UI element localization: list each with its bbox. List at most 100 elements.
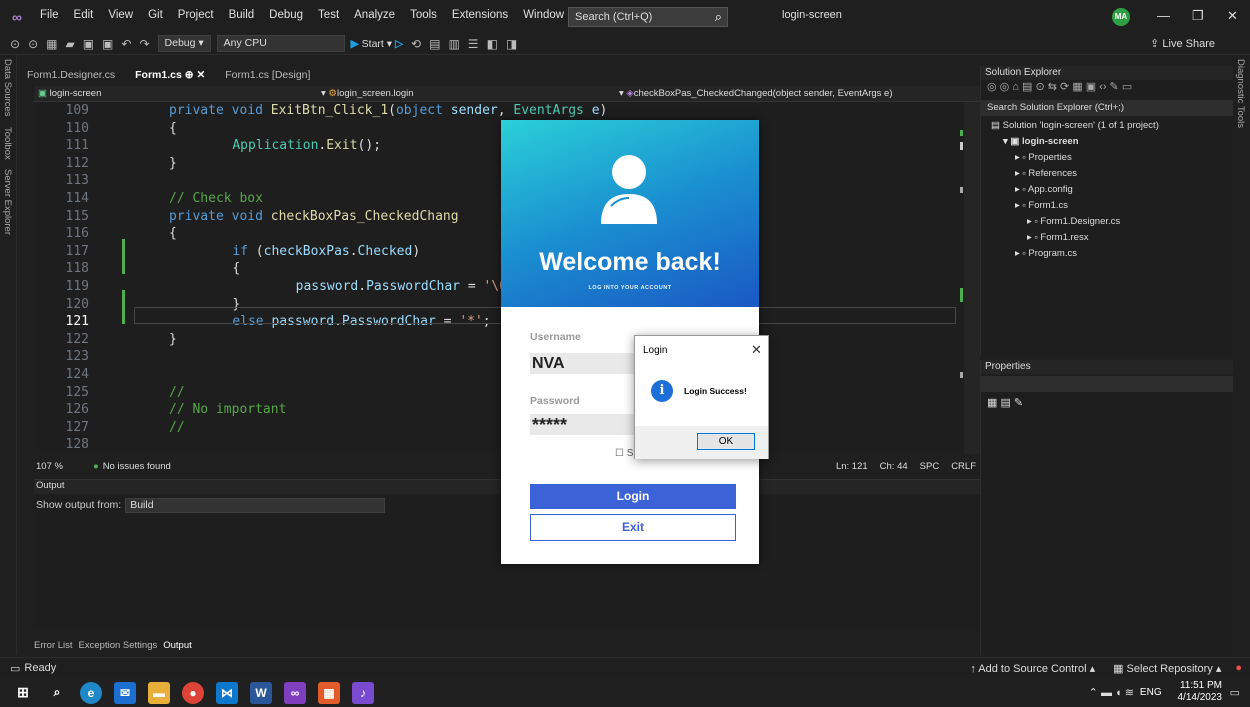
open-icon[interactable]: ▰ [65,37,74,51]
message-box-close-icon[interactable]: ✕ [751,342,762,358]
menu-project[interactable]: Project [178,9,214,21]
properties-object-select[interactable] [981,376,1233,392]
menu-tools[interactable]: Tools [410,9,437,21]
bottom-tab-error-list[interactable]: Error List [34,640,73,651]
code-line[interactable]: 111 Application.Exit(); [34,137,964,155]
tree-item[interactable]: ▤ Solution 'login-screen' (1 of 1 projec… [981,118,1233,134]
close-icon[interactable]: ✕ [1227,8,1238,24]
side-tab-toolbox[interactable]: Toolbox [2,127,13,160]
app2-icon[interactable]: ♪ [352,681,374,704]
tree-item[interactable]: ▸ ▫ App.config [981,182,1233,198]
config-select[interactable]: Debug ▾ [157,35,211,52]
language-indicator[interactable]: ENG [1140,687,1162,698]
ok-button[interactable]: OK [697,433,755,450]
code-line[interactable]: 119 password.PasswordChar = '\0'; [34,278,964,296]
bottom-tab-output[interactable]: Output [163,640,192,651]
tree-item[interactable]: ▸ ▫ Form1.resx [981,230,1233,246]
code-line[interactable]: 118 { [34,260,964,278]
menu-build[interactable]: Build [229,9,255,21]
menu-extensions[interactable]: Extensions [452,9,508,21]
code-line[interactable]: 112} [34,155,964,173]
code-line[interactable]: 127 // [34,419,964,437]
tree-item[interactable]: ▸ ▫ Properties [981,150,1233,166]
notification-icon[interactable]: ● [1235,662,1242,674]
notifications-icon[interactable]: ▭ [1230,686,1240,699]
file-explorer-icon[interactable]: ▬ [148,681,170,704]
bottom-tab-exception-settings[interactable]: Exception Settings [79,640,158,651]
member-dropdown[interactable]: ▾ ◈checkBoxPas_CheckedChanged(object sen… [619,88,893,99]
search-taskbar-icon[interactable]: ⌕ [46,682,68,704]
word-icon[interactable]: W [250,681,272,704]
show-password-checkbox[interactable]: ☐ S [615,448,633,459]
avatar[interactable]: MA [1112,8,1130,26]
tree-item[interactable]: ▾ ▣ login-screen [981,134,1233,150]
start-button[interactable]: ▶ Start ▾ ▷ [351,38,403,50]
app-icon[interactable]: ▦ [318,681,340,704]
side-tab-diagnostic-tools[interactable]: Diagnostic Tools [1235,59,1246,128]
save-all-icon[interactable]: ▣ [102,37,113,51]
new-project-icon[interactable]: ▦ [46,37,57,51]
code-line[interactable]: 114 // Check box [34,190,964,208]
add-source-control-button[interactable]: ↑ Add to Source Control ▴ [970,662,1095,675]
solution-search[interactable]: Search Solution Explorer (Ctrl+;) [981,100,1233,116]
visual-studio-icon[interactable]: ∞ [284,681,306,704]
code-line[interactable]: 113 [34,172,964,190]
menu-analyze[interactable]: Analyze [354,9,395,21]
tree-item[interactable]: ▸ ▫ References [981,166,1233,182]
project-dropdown[interactable]: ▣ login-screen [38,88,101,99]
mail-icon[interactable]: ✉ [114,681,136,704]
restore-icon[interactable]: ❐ [1192,8,1204,24]
code-line[interactable]: 115 private void checkBoxPas_CheckedChang [34,208,964,226]
comment-icon[interactable]: ☰ [468,37,479,51]
tree-item[interactable]: ▸ ▫ Form1.cs [981,198,1233,214]
code-line[interactable]: 109 private void ExitBtn_Click_1(object s… [34,102,964,120]
save-icon[interactable]: ▣ [83,37,94,51]
code-line[interactable]: 125 // [34,384,964,402]
class-dropdown[interactable]: ▾ ⚙login_screen.login [321,88,414,99]
menu-debug[interactable]: Debug [269,9,303,21]
minimize-icon[interactable]: — [1157,8,1170,23]
vs-logo-icon[interactable]: ∞ [12,9,22,25]
chrome-icon[interactable]: ● [182,681,204,704]
code-editor[interactable]: 109 private void ExitBtn_Click_1(object s… [34,102,964,454]
edge-icon[interactable]: e [80,681,102,704]
menu-git[interactable]: Git [148,9,163,21]
tab-close-icon[interactable]: ⊕ ✕ [182,69,206,81]
menu-test[interactable]: Test [318,9,339,21]
code-line[interactable]: 123 [34,348,964,366]
code-line[interactable]: 116 { [34,225,964,243]
tray-icons[interactable]: ⌃ ▬ ◖ ≋ [1089,686,1134,699]
menu-window[interactable]: Window [523,9,564,21]
tab-form1-cs[interactable]: Form1.cs ⊕ ✕ [125,66,215,84]
bookmark-icon[interactable]: ◧ [487,37,498,51]
platform-select[interactable]: Any CPU [216,35,345,52]
zoom-level[interactable]: 107 % [36,461,63,472]
vscode-icon[interactable]: ⋈ [216,681,238,704]
side-tab-server-explorer[interactable]: Server Explorer [2,169,13,235]
exit-button[interactable]: Exit [530,514,736,541]
tree-item[interactable]: ▸ ▫ Form1.Designer.cs [981,214,1233,230]
code-line[interactable]: 126 // No important [34,401,964,419]
select-repository-button[interactable]: ▦ Select Repository ▴ [1113,662,1221,675]
search-box[interactable]: Search (Ctrl+Q) ⌕ [568,7,728,27]
code-line[interactable]: 128 [34,436,964,454]
code-line[interactable]: 117 if (checkBoxPas.Checked) [34,243,964,261]
issues-status[interactable]: No issues found [103,461,171,472]
code-line[interactable]: 122} [34,331,964,349]
undo-icon[interactable]: ↶ [121,37,131,51]
menu-edit[interactable]: Edit [74,9,94,21]
output-source-select[interactable]: Build [125,497,386,513]
tab-form1-cs-design-[interactable]: Form1.cs [Design] [215,66,320,84]
layout-icon[interactable]: ▥ [448,37,459,51]
live-share-button[interactable]: ⇪ Live Share [1150,37,1215,50]
menu-view[interactable]: View [108,9,133,21]
redo-icon[interactable]: ↷ [139,37,149,51]
login-button[interactable]: Login [530,484,736,509]
back-icon[interactable]: ⊙ [10,37,20,51]
indent-mode[interactable]: SPC [920,461,940,472]
menu-file[interactable]: File [40,9,59,21]
bookmark-next-icon[interactable]: ◨ [506,37,517,51]
tab-form1-designer-cs[interactable]: Form1.Designer.cs [17,66,125,84]
forward-icon[interactable]: ⊙ [28,37,38,51]
windows-start-icon[interactable]: ⊞ [12,682,34,704]
